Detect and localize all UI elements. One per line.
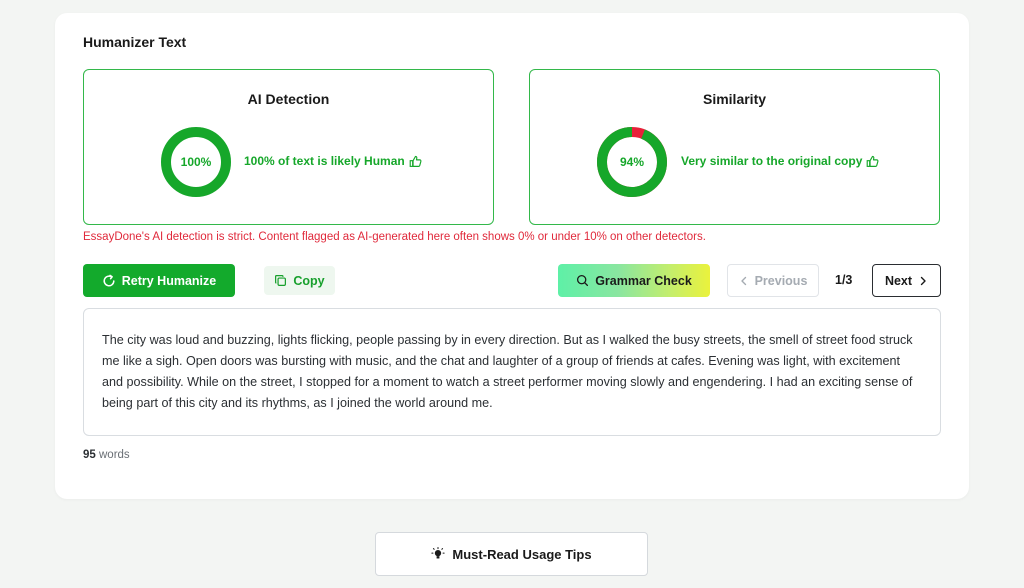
- retry-humanize-button[interactable]: Retry Humanize: [83, 264, 235, 297]
- refresh-icon: [103, 274, 115, 286]
- word-count-unit: words: [99, 449, 130, 461]
- usage-tips-button[interactable]: Must-Read Usage Tips: [375, 532, 648, 576]
- retry-humanize-label: Retry Humanize: [121, 273, 217, 288]
- word-count: 95 words: [83, 449, 130, 461]
- similarity-percent: 94%: [619, 155, 645, 169]
- ai-detection-donut: 100%: [160, 126, 232, 198]
- copy-icon: [275, 275, 287, 286]
- ai-detection-description: 100% of text is likely Human: [244, 154, 422, 168]
- thumbs-up-icon: [409, 155, 422, 167]
- chevron-left-icon: [740, 276, 746, 285]
- chevron-right-icon: [920, 276, 926, 285]
- ai-detection-panel: AI Detection 100% 100% of text is likely…: [83, 69, 494, 225]
- section-title: Humanizer Text: [83, 34, 187, 50]
- similarity-title: Similarity: [702, 91, 767, 107]
- similarity-panel: Similarity 94% Very similar to the origi…: [529, 69, 940, 225]
- humanized-output-text[interactable]: The city was loud and buzzing, lights fl…: [83, 308, 941, 436]
- copy-label: Copy: [293, 273, 325, 288]
- next-button[interactable]: Next: [872, 264, 941, 297]
- thumbs-up-icon: [867, 155, 879, 167]
- next-label: Next: [884, 273, 913, 288]
- similarity-description: Very similar to the original copy: [681, 154, 879, 168]
- usage-tips-label: Must-Read Usage Tips: [452, 546, 592, 562]
- copy-button[interactable]: Copy: [264, 266, 335, 295]
- detection-warning: EssayDone's AI detection is strict. Cont…: [83, 231, 706, 243]
- grammar-check-button[interactable]: Grammar Check: [558, 264, 710, 297]
- previous-label: Previous: [754, 273, 808, 288]
- ai-detection-percent: 100%: [180, 155, 212, 169]
- search-icon: [577, 274, 589, 287]
- similarity-donut: 94%: [596, 126, 668, 198]
- previous-button[interactable]: Previous: [727, 264, 819, 297]
- page-indicator: 1/3: [835, 273, 853, 287]
- word-count-number: 95: [83, 449, 96, 461]
- ai-detection-description-text: 100% of text is likely Human: [244, 154, 405, 168]
- grammar-check-label: Grammar Check: [595, 273, 692, 288]
- ai-detection-title: AI Detection: [247, 91, 330, 107]
- similarity-description-text: Very similar to the original copy: [681, 154, 863, 168]
- humanizer-card: Humanizer Text AI Detection 100% 100% of…: [55, 13, 969, 499]
- lightbulb-icon: [431, 547, 446, 559]
